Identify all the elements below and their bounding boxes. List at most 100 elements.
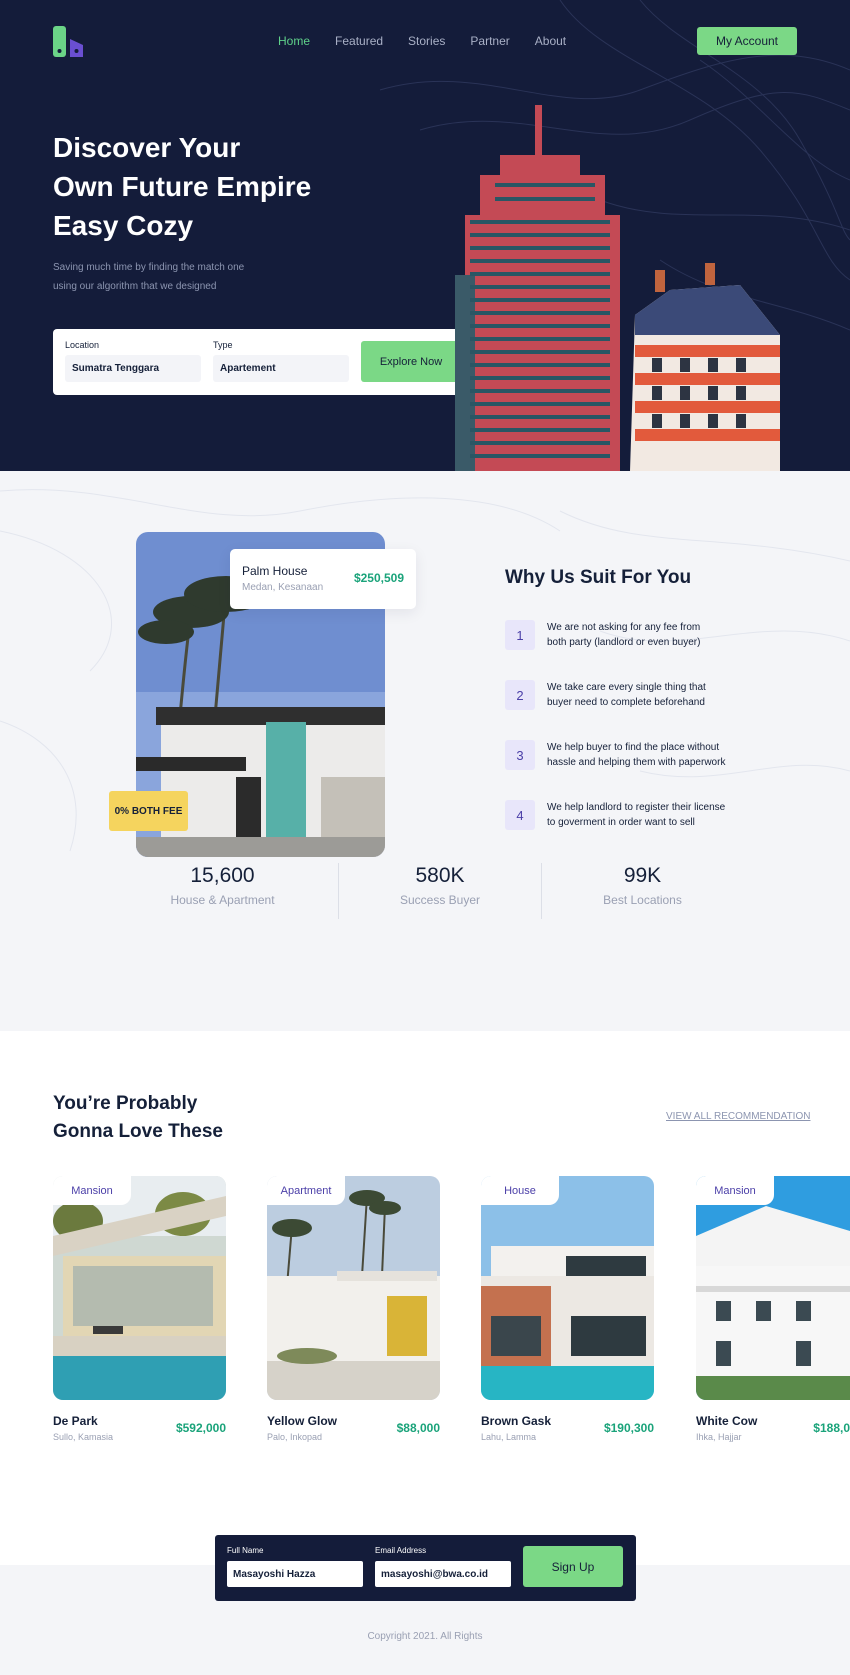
why-section: Palm House Medan, Kesanaan $250,509 0% B… <box>0 471 850 1031</box>
brand-logo-icon[interactable] <box>53 26 87 60</box>
step-text: We help landlord to register their licen… <box>547 800 747 830</box>
recommendation-title: You’re Probably Gonna Love These <box>53 1090 303 1146</box>
fee-badge: 0% BOTH FEE <box>109 791 188 831</box>
nav-item-featured[interactable]: Featured <box>335 33 383 49</box>
step-text-line: We help buyer to find the place without <box>547 742 720 753</box>
why-title: Why Us Suit For You <box>505 567 692 588</box>
property-image: Mansion <box>696 1176 850 1400</box>
property-name: Brown Gask <box>481 1414 552 1428</box>
property-image: Mansion <box>53 1176 226 1400</box>
step-number: 2 <box>505 680 535 710</box>
property-card[interactable]: House Brown Gask Lahu, Lamma $190,300 <box>481 1176 654 1442</box>
property-location: Medan, Kesanaan <box>242 582 324 593</box>
step-text-line: hassle and helping them with paperwork <box>547 757 726 768</box>
main-nav: Home Featured Stories Partner About <box>278 33 566 49</box>
property-name: De Park <box>53 1414 98 1428</box>
full-name-input[interactable]: Masayoshi Hazza <box>227 1561 363 1587</box>
signup-form: Full Name Masayoshi Hazza Email Address … <box>215 1535 636 1601</box>
hero-title-line: Own Future Empire <box>53 171 312 202</box>
stats-row: 15,600 House & Apartment 580K Success Bu… <box>120 863 720 923</box>
property-card[interactable]: Mansion De Park Sullo, Kamasia $592,000 <box>53 1176 226 1442</box>
stat-item: 580K Success Buyer <box>360 863 520 907</box>
property-tag: House <box>481 1176 559 1205</box>
why-step: 1 We are not asking for any fee from both… <box>505 620 747 650</box>
hero-subtitle: Saving much time by finding the match on… <box>53 258 283 296</box>
step-text-line: buyer need to complete beforehand <box>547 697 705 708</box>
email-label: Email Address <box>375 1546 427 1555</box>
hero-section: Home Featured Stories Partner About My A… <box>0 0 850 471</box>
location-field: Location Sumatra Tenggara <box>65 339 201 382</box>
property-price: $190,300 <box>603 1421 654 1435</box>
location-label: Location <box>65 340 100 350</box>
full-name-field: Full Name Masayoshi Hazza <box>227 1545 363 1587</box>
property-location: Lahu, Lamma <box>481 1432 537 1442</box>
step-text: We help buyer to find the place without h… <box>547 740 747 770</box>
property-name: White Cow <box>696 1414 758 1428</box>
property-price: $250,509 <box>353 571 404 585</box>
nav-item-about[interactable]: About <box>535 33 566 49</box>
property-image: Apartment <box>267 1176 440 1400</box>
property-card[interactable]: Mansion White Cow Ihka, Hajjar $188,0 <box>696 1176 850 1442</box>
palm-house-card[interactable]: Palm House Medan, Kesanaan $250,509 <box>230 549 416 609</box>
nav-item-partner[interactable]: Partner <box>470 33 509 49</box>
sign-up-button[interactable]: Sign Up <box>523 1546 623 1587</box>
nav-item-home[interactable]: Home <box>278 33 310 49</box>
hero-title: Discover Your Own Future Empire Easy Coz… <box>53 128 383 245</box>
property-name: Palm House <box>242 564 308 578</box>
property-image: House <box>481 1176 654 1400</box>
why-step: 2 We take care every single thing that bu… <box>505 680 747 710</box>
step-text: We take care every single thing that buye… <box>547 680 747 710</box>
recommendation-title-line: You’re Probably <box>53 1093 198 1114</box>
step-text-line: both party (landlord or even buyer) <box>547 637 701 648</box>
stat-item: 99K Best Locations <box>560 863 725 907</box>
view-all-recommendation-link[interactable]: VIEW ALL RECOMMENDATION <box>666 1111 810 1122</box>
property-location: Sullo, Kamasia <box>53 1432 114 1442</box>
recommendation-title-line: Gonna Love These <box>53 1121 223 1142</box>
email-field: Email Address masayoshi@bwa.co.id <box>375 1545 511 1587</box>
hero-title-line: Easy Cozy <box>53 210 194 241</box>
type-field: Type Apartement <box>213 339 349 382</box>
why-step: 4 We help landlord to register their lic… <box>505 800 747 830</box>
property-price: $188,0 <box>813 1421 850 1435</box>
stat-label: Success Buyer <box>399 893 481 907</box>
property-tag: Mansion <box>696 1176 774 1205</box>
property-price: $88,000 <box>396 1421 440 1435</box>
why-step: 3 We help buyer to find the place withou… <box>505 740 747 770</box>
step-text-line: We are not asking for any fee from <box>547 622 701 633</box>
copyright-text: Copyright 2021. All Rights <box>367 1631 483 1642</box>
step-text-line: to goverment in order want to sell <box>547 817 695 828</box>
hero-subtitle-line: Saving much time by finding the match on… <box>53 262 245 273</box>
stat-value: 580K <box>415 864 465 887</box>
type-input[interactable]: Apartement <box>213 355 349 382</box>
property-card[interactable]: Apartment Yellow Glow Palo, Inkopad $88,… <box>267 1176 440 1442</box>
property-location: Palo, Inkopad <box>267 1432 323 1442</box>
nav-item-stories[interactable]: Stories <box>408 33 445 49</box>
stat-label: House & Apartment <box>170 893 275 907</box>
property-tag: Apartment <box>267 1176 345 1205</box>
hero-title-line: Discover Your <box>53 132 241 163</box>
stat-divider <box>338 863 339 919</box>
hero-buildings-image <box>455 105 780 471</box>
property-location: Ihka, Hajjar <box>696 1432 742 1442</box>
stat-value: 99K <box>623 864 662 887</box>
location-input[interactable]: Sumatra Tenggara <box>65 355 201 382</box>
stat-item: 15,600 House & Apartment <box>140 863 305 907</box>
stat-label: Best Locations <box>603 893 682 907</box>
property-price: $592,000 <box>175 1421 226 1435</box>
step-text-line: We help landlord to register their licen… <box>547 802 726 813</box>
step-number: 4 <box>505 800 535 830</box>
step-number: 3 <box>505 740 535 770</box>
step-text-line: We take care every single thing that <box>547 682 706 693</box>
email-input[interactable]: masayoshi@bwa.co.id <box>375 1561 511 1587</box>
stat-divider <box>541 863 542 919</box>
type-label: Type <box>213 340 233 350</box>
property-tag: Mansion <box>53 1176 131 1205</box>
property-name: Yellow Glow <box>267 1414 338 1428</box>
full-name-label: Full Name <box>227 1546 264 1555</box>
my-account-button[interactable]: My Account <box>697 27 797 55</box>
search-box: Location Sumatra Tenggara Type Apartemen… <box>53 329 474 395</box>
stat-value: 15,600 <box>190 864 255 887</box>
step-text: We are not asking for any fee from both p… <box>547 620 747 650</box>
hero-subtitle-line: using our algorithm that we designed <box>53 281 217 292</box>
step-number: 1 <box>505 620 535 650</box>
